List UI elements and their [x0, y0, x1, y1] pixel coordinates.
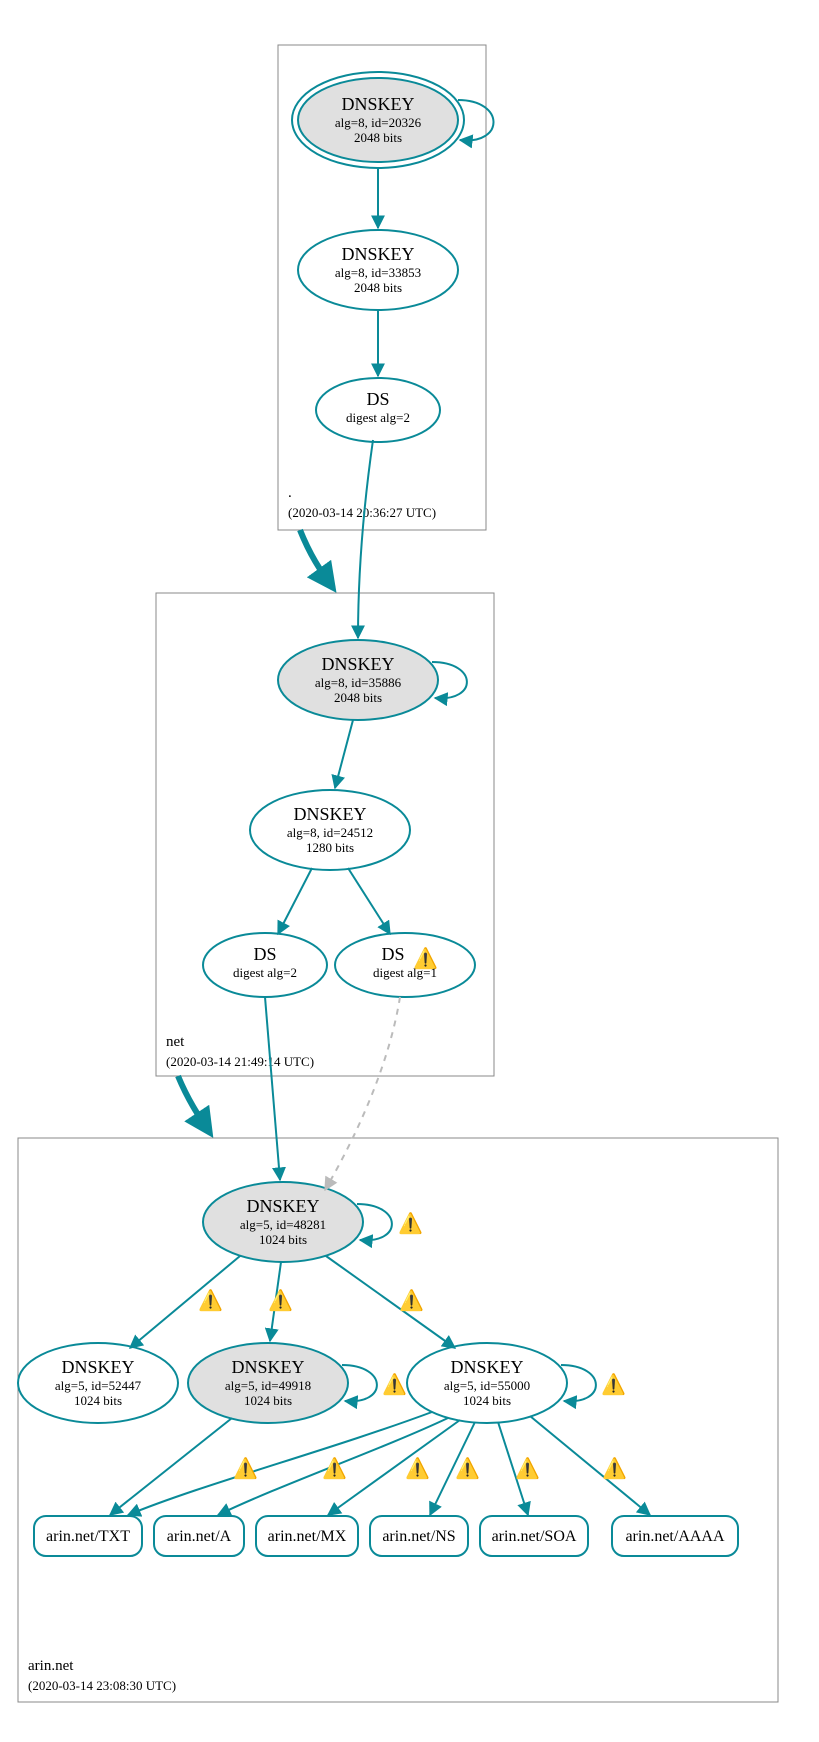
zone-net-timestamp: (2020-03-14 21:49:14 UTC): [166, 1054, 314, 1069]
arin-k1-l2: 1024 bits: [74, 1393, 122, 1408]
net-zsk-title: DNSKEY: [293, 804, 366, 824]
rr-txt-label: arin.net/TXT: [46, 1528, 130, 1545]
rr-a-label: arin.net/A: [167, 1528, 232, 1545]
node-arin-k2: DNSKEY alg=5, id=49918 1024 bits: [188, 1343, 348, 1423]
node-root-zsk: DNSKEY alg=8, id=33853 2048 bits: [298, 230, 458, 310]
arin-k2-title: DNSKEY: [231, 1357, 304, 1377]
net-zsk-l1: alg=8, id=24512: [287, 825, 373, 840]
arin-ksk-l2: 1024 bits: [259, 1232, 307, 1247]
node-root-ksk: DNSKEY alg=8, id=20326 2048 bits: [292, 72, 464, 168]
rrset-aaaa: arin.net/AAAA: [612, 1516, 738, 1556]
root-ksk-title: DNSKEY: [341, 94, 414, 114]
edge-net-zsk-to-ds2: [278, 868, 312, 934]
root-ds-title: DS: [366, 389, 389, 409]
root-ksk-l2: 2048 bits: [354, 130, 402, 145]
rrset-a: arin.net/A: [154, 1516, 244, 1556]
zone-arin-timestamp: (2020-03-14 23:08:30 UTC): [28, 1678, 176, 1693]
zone-root-label: .: [288, 485, 292, 501]
edge-net-ds2-to-arin-ksk: [265, 997, 280, 1180]
node-net-zsk: DNSKEY alg=8, id=24512 1280 bits: [250, 790, 410, 870]
node-net-ds1: DS ⚠️ digest alg=1: [335, 933, 475, 997]
warning-icon: ⚠️: [601, 1372, 626, 1396]
rrset-mx: arin.net/MX: [256, 1516, 358, 1556]
rr-soa-label: arin.net/SOA: [492, 1528, 577, 1545]
arin-k3-title: DNSKEY: [450, 1357, 523, 1377]
rrset-txt: arin.net/TXT: [34, 1516, 142, 1556]
net-ksk-l2: 2048 bits: [334, 690, 382, 705]
edge-arin-ksk-to-k1: [130, 1256, 240, 1348]
arin-k3-l2: 1024 bits: [463, 1393, 511, 1408]
rrset-soa: arin.net/SOA: [480, 1516, 588, 1556]
node-arin-ksk: DNSKEY alg=5, id=48281 1024 bits: [203, 1182, 363, 1262]
net-ksk-l1: alg=8, id=35886: [315, 675, 402, 690]
net-ksk-title: DNSKEY: [321, 654, 394, 674]
edge-k3-to-aaaa: [530, 1416, 650, 1515]
node-net-ds2: DS digest alg=2: [203, 933, 327, 997]
edge-k2-to-txt: [110, 1418, 232, 1515]
warning-icon: ⚠️: [382, 1372, 407, 1396]
node-net-ksk: DNSKEY alg=8, id=35886 2048 bits: [278, 640, 438, 720]
rr-ns-label: arin.net/NS: [382, 1528, 455, 1545]
warning-icon: ⚠️: [515, 1456, 540, 1480]
edge-root-ds-to-net-ksk: [358, 440, 373, 638]
arin-ksk-l1: alg=5, id=48281: [240, 1217, 326, 1232]
warning-icon: ⚠️: [405, 1456, 430, 1480]
edge-root-to-net-zone: [300, 530, 333, 588]
edge-net-ds1-to-arin-ksk: [325, 997, 400, 1190]
warning-icon: ⚠️: [268, 1288, 293, 1312]
net-ds1-l1: digest alg=1: [373, 965, 437, 980]
warning-icon: ⚠️: [398, 1211, 423, 1235]
edge-net-zsk-to-ds1: [348, 868, 390, 934]
zone-net-label: net: [166, 1034, 185, 1050]
arin-k1-title: DNSKEY: [61, 1357, 134, 1377]
root-zsk-l1: alg=8, id=33853: [335, 265, 421, 280]
arin-ksk-title: DNSKEY: [246, 1196, 319, 1216]
root-zsk-l2: 2048 bits: [354, 280, 402, 295]
warning-icon: ⚠️: [399, 1288, 424, 1312]
edge-net-ksk-to-zsk: [335, 720, 353, 788]
rr-mx-label: arin.net/MX: [268, 1528, 347, 1545]
arin-k3-l1: alg=5, id=55000: [444, 1378, 530, 1393]
rrset-ns: arin.net/NS: [370, 1516, 468, 1556]
warning-icon: ⚠️: [198, 1288, 223, 1312]
warning-icon: ⚠️: [602, 1456, 627, 1480]
edge-net-to-arin-zone: [178, 1076, 210, 1133]
root-ksk-l1: alg=8, id=20326: [335, 115, 422, 130]
warning-icon: ⚠️: [455, 1456, 480, 1480]
zone-arin-label: arin.net: [28, 1658, 74, 1674]
warning-icon: ⚠️: [233, 1456, 258, 1480]
warning-icon: ⚠️: [322, 1456, 347, 1480]
edge-k3-to-mx: [328, 1420, 460, 1515]
net-ds2-title: DS: [253, 944, 276, 964]
rr-aaaa-label: arin.net/AAAA: [625, 1528, 725, 1545]
net-ds1-title: DS: [381, 944, 404, 964]
arin-k2-l1: alg=5, id=49918: [225, 1378, 311, 1393]
arin-k1-l1: alg=5, id=52447: [55, 1378, 142, 1393]
root-ds-l1: digest alg=2: [346, 410, 410, 425]
arin-k2-l2: 1024 bits: [244, 1393, 292, 1408]
node-arin-k1: DNSKEY alg=5, id=52447 1024 bits: [18, 1343, 178, 1423]
net-ds2-l1: digest alg=2: [233, 965, 297, 980]
node-arin-k3: DNSKEY alg=5, id=55000 1024 bits: [407, 1343, 567, 1423]
node-root-ds: DS digest alg=2: [316, 378, 440, 442]
net-zsk-l2: 1280 bits: [306, 840, 354, 855]
root-zsk-title: DNSKEY: [341, 244, 414, 264]
edge-arin-ksk-to-k3: [326, 1256, 455, 1348]
zone-root-timestamp: (2020-03-14 20:36:27 UTC): [288, 505, 436, 520]
